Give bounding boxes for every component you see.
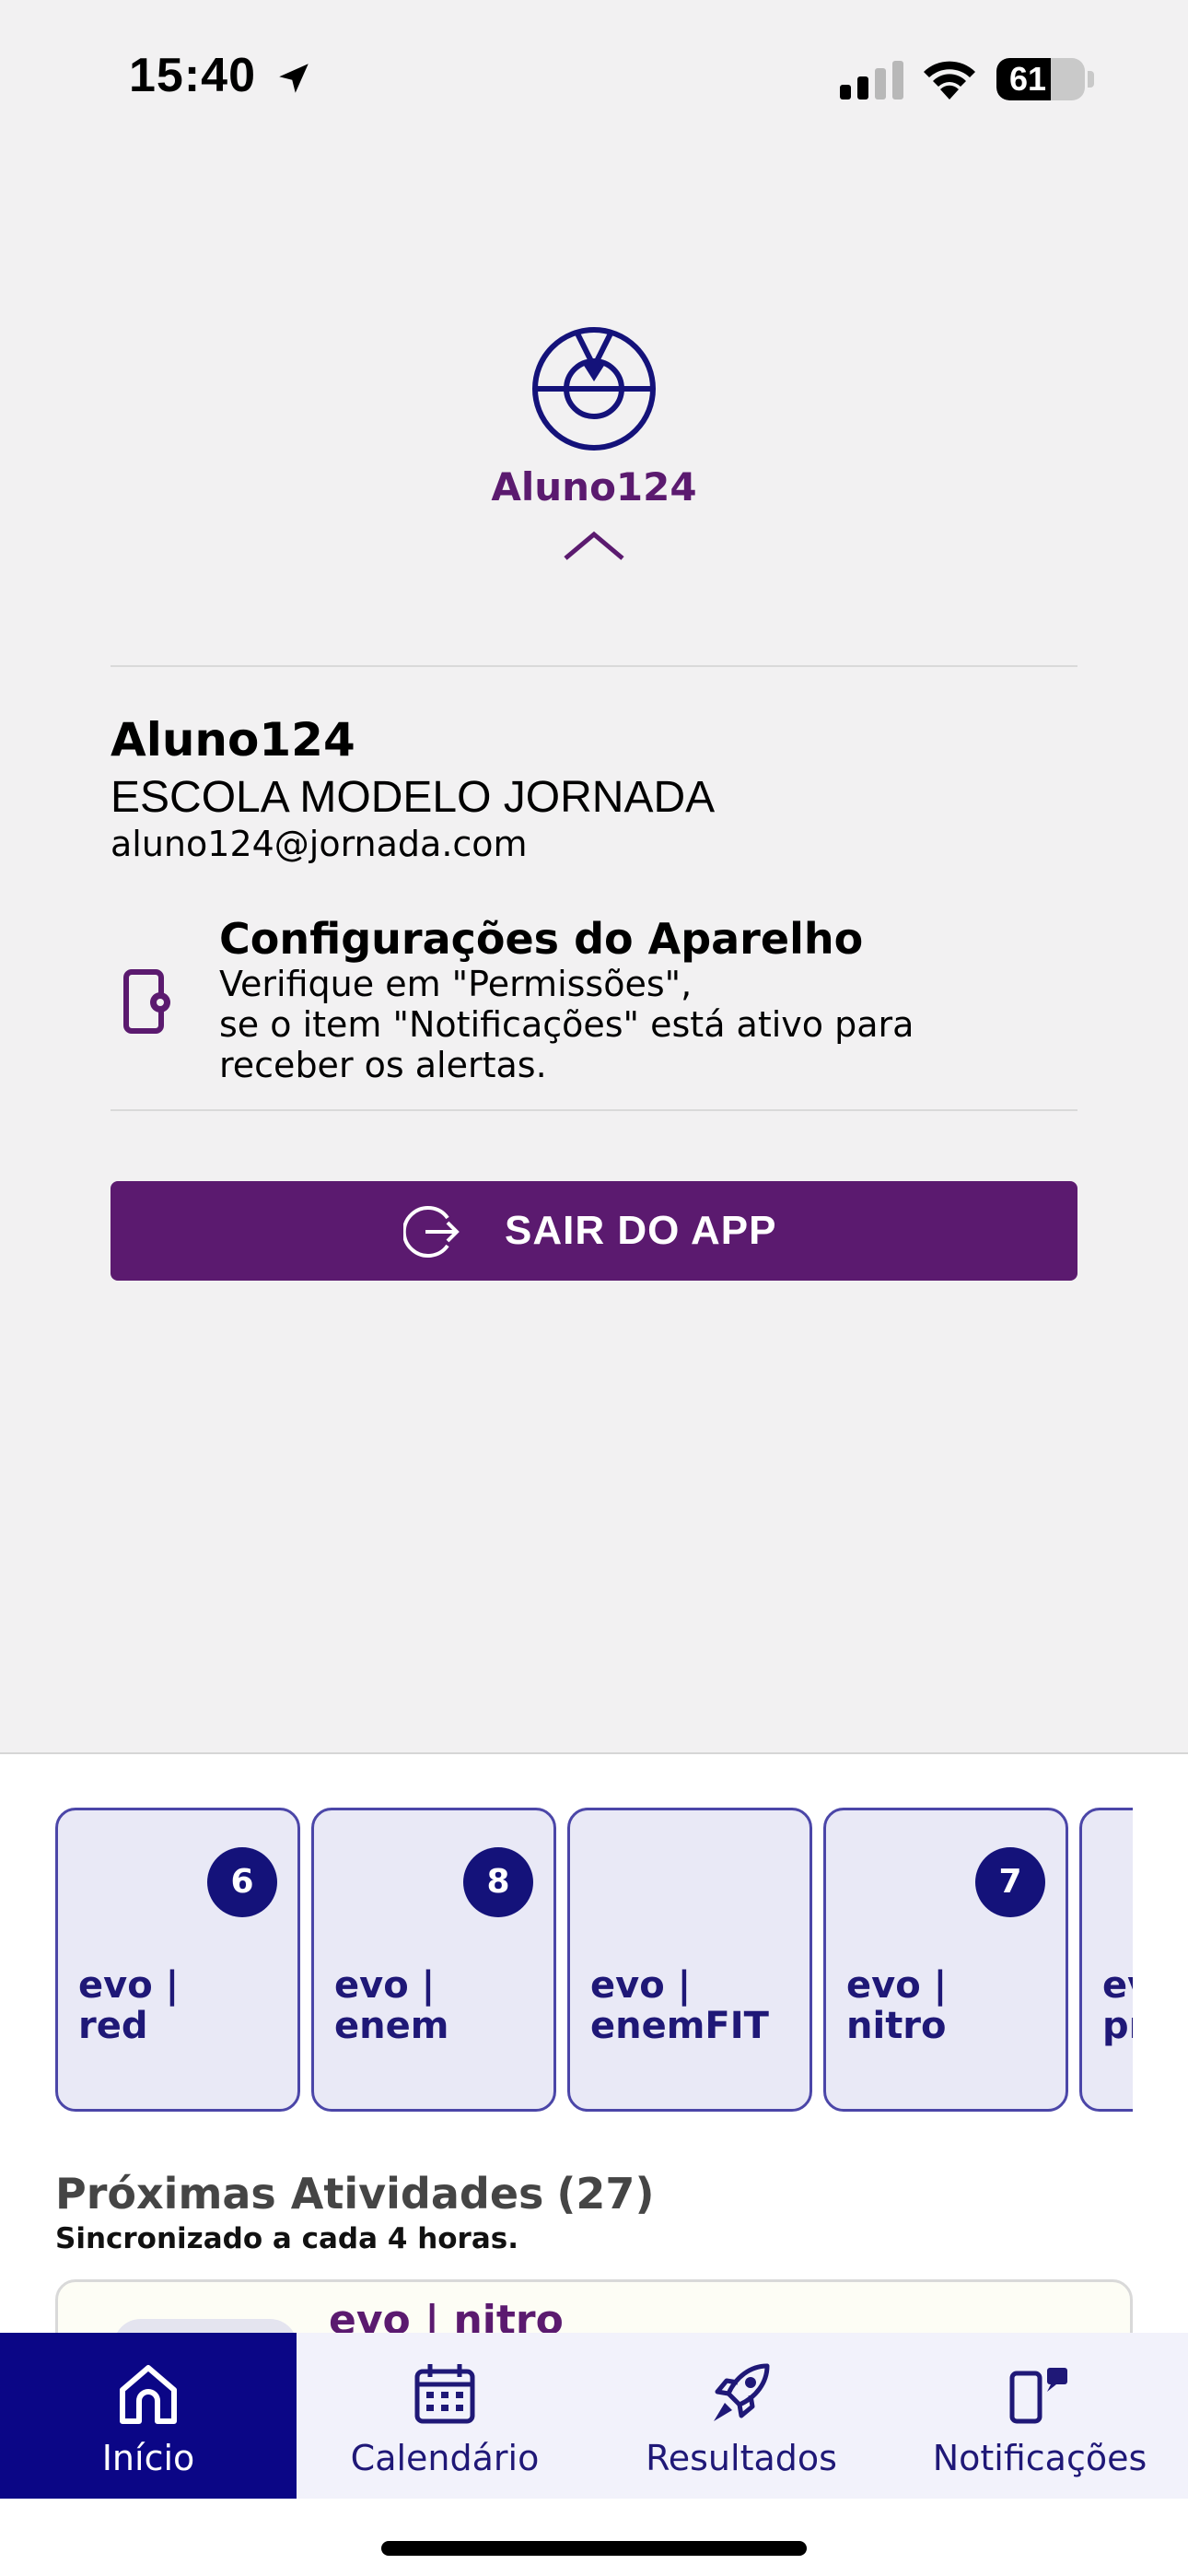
- upcoming-activities-label: Próximas Atividades: [55, 2169, 544, 2219]
- profile-header-name: Aluno124: [491, 464, 697, 509]
- course-cards-carousel[interactable]: 6 evo | red 8 evo | enem evo | enemFIT 7…: [55, 1808, 1133, 2112]
- device-settings-icon: [123, 969, 170, 1034]
- course-badge: 7: [975, 1847, 1045, 1917]
- tab-calendar[interactable]: Calendário: [297, 2333, 593, 2499]
- rocket-icon: [714, 2363, 770, 2421]
- tab-label: Início: [101, 2438, 195, 2478]
- tab-results[interactable]: Resultados: [593, 2333, 890, 2499]
- tab-label: Calendário: [350, 2438, 540, 2478]
- battery-cap: [1088, 71, 1094, 88]
- home-indicator: [381, 2541, 807, 2556]
- battery-indicator: 61: [996, 58, 1085, 100]
- status-bar: 15:40 61: [0, 0, 1188, 157]
- upcoming-activities-title: Próximas Atividades (27): [55, 2169, 654, 2219]
- location-arrow-icon: [279, 64, 309, 93]
- course-card[interactable]: 6 evo | red: [55, 1808, 300, 2112]
- divider: [111, 1109, 1077, 1111]
- status-time: 15:40: [129, 49, 256, 102]
- device-settings-description: Verifique em "Permissões", se o item "No…: [219, 964, 914, 1085]
- logout-button[interactable]: SAIR DO APP: [111, 1181, 1077, 1281]
- home-icon: [120, 2365, 177, 2424]
- course-name: evo | enem: [334, 1964, 449, 2047]
- tab-home[interactable]: Início: [0, 2333, 297, 2499]
- cellular-signal-icon: [840, 61, 903, 100]
- device-settings-title[interactable]: Configurações do Aparelho: [219, 914, 863, 964]
- calendar-icon: [414, 2364, 475, 2424]
- course-name: evo | nitro: [846, 1964, 948, 2047]
- battery-percent: 61: [1009, 60, 1047, 98]
- course-name: evo | red: [78, 1964, 180, 2047]
- tab-label: Notificações: [932, 2438, 1147, 2478]
- tab-notifications[interactable]: Notificações: [891, 2333, 1188, 2499]
- chevron-up-icon[interactable]: [562, 529, 626, 562]
- course-name: evo | enemFIT: [590, 1964, 769, 2047]
- logout-label: SAIR DO APP: [505, 1208, 777, 1253]
- divider: [111, 665, 1077, 667]
- course-card[interactable]: 8 evo | enem: [311, 1808, 556, 2112]
- profile-school: ESCOLA MODELO JORNADA: [111, 773, 716, 822]
- notifications-icon: [1009, 2368, 1067, 2424]
- profile-name: Aluno124: [111, 713, 355, 767]
- upcoming-activities-count: (27): [556, 2169, 655, 2219]
- course-card[interactable]: evo | enemFIT: [567, 1808, 812, 2112]
- logout-icon: [403, 1206, 460, 1258]
- course-badge: 8: [463, 1847, 533, 1917]
- bottom-tab-bar: Início Calendário Resultados Notificaçõe…: [0, 2333, 1188, 2499]
- sync-info: Sincronizado a cada 4 horas.: [55, 2222, 518, 2255]
- profile-email: aluno124@jornada.com: [111, 824, 528, 864]
- course-card[interactable]: 7 evo | nitro: [823, 1808, 1068, 2112]
- wifi-icon: [924, 61, 975, 100]
- course-name: evo | pro: [1102, 1964, 1133, 2047]
- course-card[interactable]: evo | pro: [1079, 1808, 1133, 2112]
- app-logo-icon: [532, 327, 656, 451]
- course-badge: 6: [207, 1847, 277, 1917]
- tab-label: Resultados: [646, 2438, 837, 2478]
